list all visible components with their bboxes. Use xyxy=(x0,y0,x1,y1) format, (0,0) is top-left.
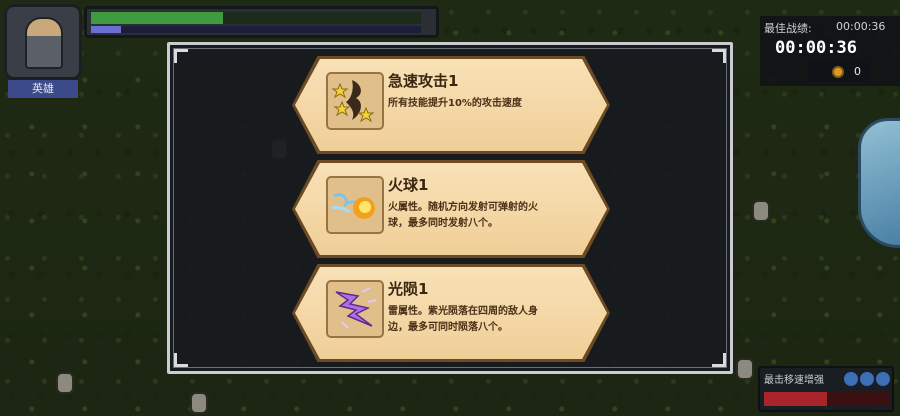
skill-progress-fill xyxy=(764,392,827,406)
skill-slot-icon xyxy=(860,372,874,386)
best-record-value: 00:00:36 xyxy=(836,20,886,33)
upgrade-card-light-meteor[interactable]: 光陨1 雷属性。紫光陨落在四周的敌人身边，最多可同时陨落八个。 xyxy=(292,264,610,362)
upgrade-card-fireball[interactable]: 火球1 火属性。随机方向发射可弹射的火球，最多同时发射八个。 xyxy=(292,160,610,258)
best-record-label: 最佳战绩: xyxy=(764,22,812,35)
frame-corner xyxy=(174,353,188,367)
fireball-icon xyxy=(326,176,384,234)
hero-name-tag: 英雄 xyxy=(8,80,78,98)
xp-bar-fill xyxy=(91,26,121,33)
frame-corner xyxy=(712,49,726,63)
card-title: 火球1 xyxy=(388,176,429,194)
frame-corner xyxy=(174,49,188,63)
skill-status-panel: 最击移速增强 xyxy=(758,366,894,412)
hero-avatar-icon xyxy=(25,17,63,69)
survival-timer: 00:00:36 xyxy=(775,38,857,58)
enemy-sprite xyxy=(736,358,754,380)
skill-slot-icon xyxy=(844,372,858,386)
wind-stars-icon xyxy=(326,72,384,130)
status-bars xyxy=(84,6,439,38)
card-title: 急速攻击1 xyxy=(388,72,459,90)
enemy-sprite xyxy=(190,392,208,414)
skill-progress-bar xyxy=(764,392,890,406)
card-description: 雷属性。紫光陨落在四周的敌人身边，最多可同时陨落八个。 xyxy=(388,306,538,333)
skill-status-label: 最击移速增强 xyxy=(764,375,824,386)
hero-portrait[interactable] xyxy=(4,4,82,80)
card-description: 所有技能提升10%的攻击速度 xyxy=(388,98,522,109)
xp-bar xyxy=(91,26,421,33)
ice-crystal-terrain xyxy=(858,118,900,248)
hp-bar-fill xyxy=(91,12,223,24)
coin-count: 0 xyxy=(854,65,861,78)
coin-counter: 0 xyxy=(808,62,870,82)
upgrade-card-haste[interactable]: 急速攻击1 所有技能提升10%的攻击速度 xyxy=(292,56,610,154)
coin-icon xyxy=(832,66,844,78)
card-title: 光陨1 xyxy=(388,280,429,298)
enemy-sprite xyxy=(752,200,770,222)
card-description: 火属性。随机方向发射可弹射的火球，最多同时发射八个。 xyxy=(388,202,538,229)
skill-slot-icon xyxy=(876,372,890,386)
player-sprite xyxy=(56,372,74,394)
frame-corner xyxy=(712,353,726,367)
hp-bar xyxy=(91,12,421,24)
purple-lightning-icon xyxy=(326,280,384,338)
